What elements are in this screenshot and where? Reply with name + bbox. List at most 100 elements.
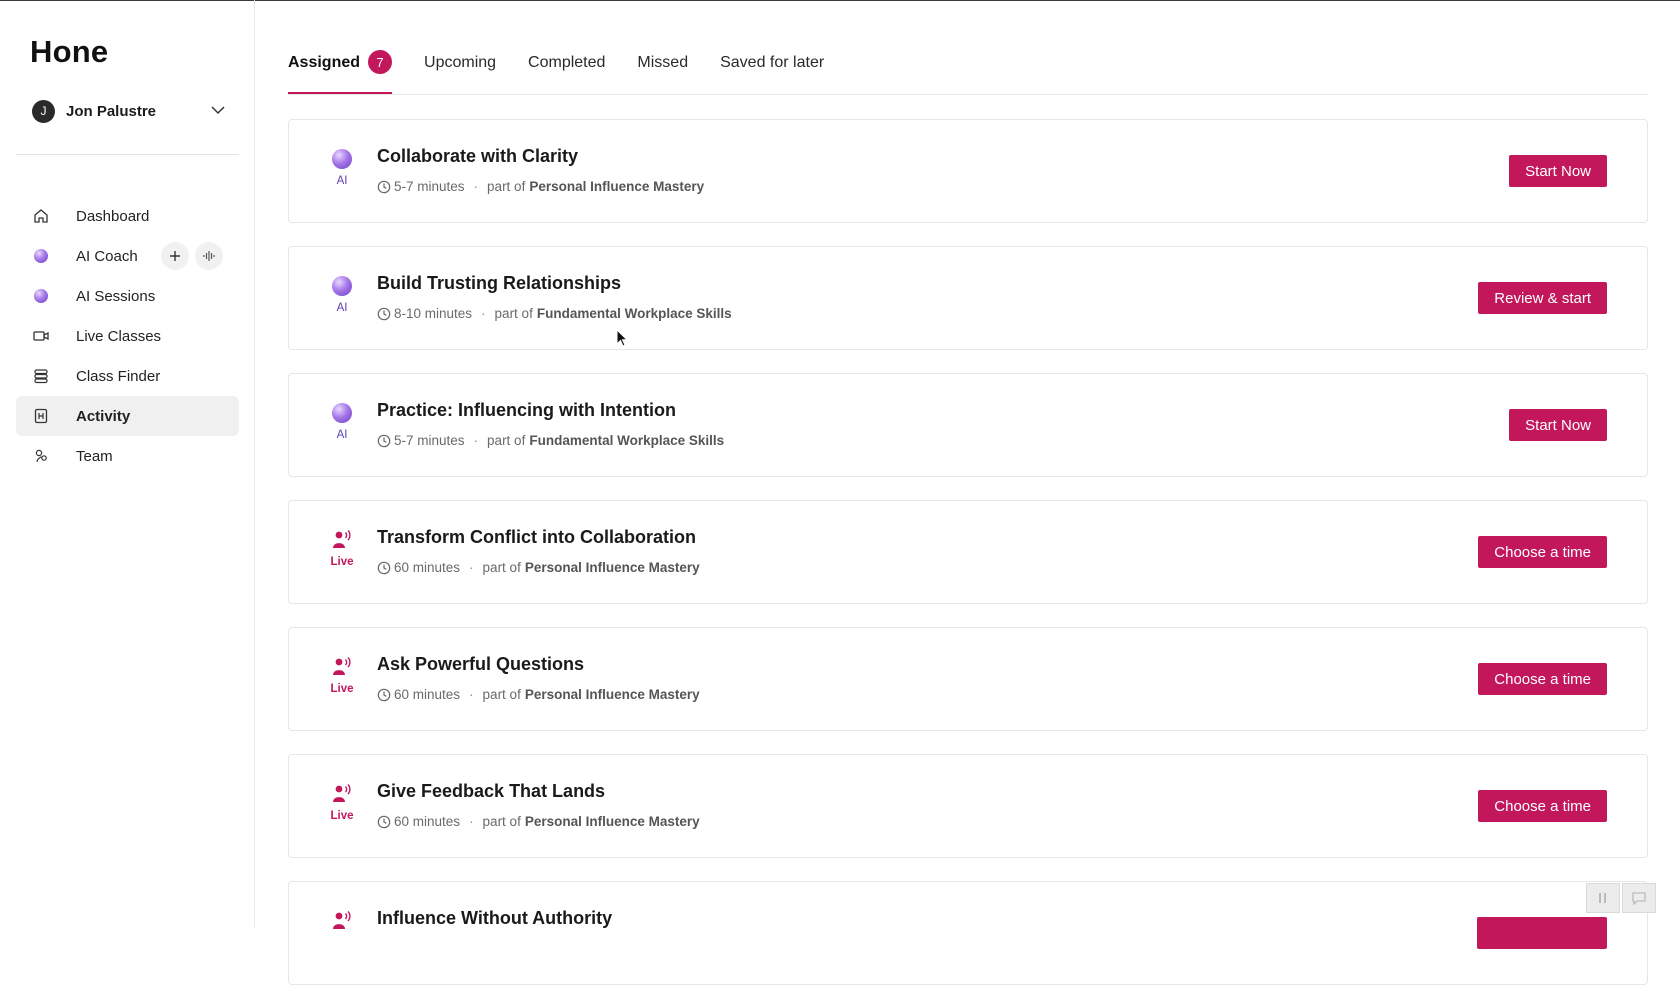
activity-meta: 8-10 minutes · part of Fundamental Workp… [377,306,732,321]
activity-icon [32,407,50,425]
tab-label: Saved for later [720,54,825,71]
part-of-label: part of [494,306,533,321]
sidebar-item-label: Live Classes [76,327,162,345]
choose-a-time-button[interactable]: Choose a time [1478,536,1607,568]
program-name: Personal Influence Mastery [529,179,705,194]
ai-orb-icon [331,275,353,297]
tab-upcoming[interactable]: Upcoming [424,46,496,92]
program-name: Personal Influence Mastery [524,560,700,575]
chat-button[interactable] [1622,883,1656,913]
activity-title: Influence Without Authority [377,908,613,928]
clock-icon [377,434,391,447]
separator: · [469,560,474,575]
live-speaker-icon [331,783,353,805]
activity-card[interactable]: Live Transform Conflict into Collaborati… [288,500,1648,604]
sidebar-item-team[interactable]: Team [16,436,239,476]
count-badge: 7 [368,50,393,74]
tab-completed[interactable]: Completed [528,46,605,92]
activity-card[interactable]: Influence Without Authority [288,881,1648,985]
activity-card[interactable]: AI Practice: Influencing with Intention … [288,373,1648,477]
activity-meta: 60 minutes · part of Personal Influence … [377,560,700,575]
team-icon [32,447,50,465]
live-speaker-icon [331,910,353,932]
kind-label: AI [336,429,348,441]
activity-meta: 5-7 minutes · part of Fundamental Workpl… [377,433,724,448]
start-now-button[interactable]: Start Now [1509,155,1607,187]
choose-a-time-button[interactable]: Choose a time [1478,790,1607,822]
activity-meta: 60 minutes · part of Personal Influence … [377,687,700,702]
choose-a-time-button[interactable]: Choose a time [1478,663,1607,695]
live-speaker-icon [331,529,353,551]
sidebar-item-label: AI Coach [76,247,138,265]
part-of-label: part of [482,560,521,575]
sidebar-item-label: AI Sessions [76,287,156,305]
ai-orb-icon [331,148,353,170]
duration: 5-7 minutes [394,179,465,194]
sidebar-item-live-classes[interactable]: Live Classes [16,316,239,356]
tab-saved-for-later[interactable]: Saved for later [720,46,824,92]
tab-assigned[interactable]: Assigned 7 [288,46,393,95]
user-menu[interactable]: J Jon Palustre [32,99,226,123]
part-of-label: part of [487,179,526,194]
ai-orb-icon [32,247,50,265]
sidebar-divider [16,154,239,155]
activity-kind: AI [327,275,357,314]
activity-title: Give Feedback That Lands [377,781,606,801]
sidebar-item-class-finder[interactable]: Class Finder [16,356,239,396]
stack-icon [32,367,50,385]
sidebar-item-activity[interactable]: Activity [16,396,239,436]
kind-label: AI [336,302,348,314]
sidebar: Hone J Jon Palustre Dashboard AI Coach A… [0,0,255,928]
sidebar-item-dashboard[interactable]: Dashboard [16,196,239,236]
activity-card[interactable]: Live Ask Powerful Questions 60 minutes ·… [288,627,1648,731]
activity-title: Ask Powerful Questions [377,654,585,674]
tabs-divider [288,94,1648,95]
review-and-start-button[interactable]: Review & start [1478,282,1607,314]
ai-orb-icon [32,287,50,305]
audio-waveform-icon [203,251,215,261]
kind-label: Live [330,683,354,695]
duration: 60 minutes [394,687,461,702]
program-name: Fundamental Workplace Skills [529,433,725,448]
new-session-button[interactable] [161,242,189,270]
home-icon [32,207,50,225]
activity-meta: 5-7 minutes · part of Personal Influence… [377,179,704,194]
ai-orb-icon [331,402,353,424]
tab-label: Missed [637,54,689,71]
separator: · [469,687,474,702]
clock-icon [377,815,391,828]
part-of-label: part of [482,687,521,702]
kind-label: Live [330,810,354,822]
pause-icon [1599,893,1606,903]
activity-card[interactable]: Live Give Feedback That Lands 60 minutes… [288,754,1648,858]
video-camera-icon [32,327,50,345]
separator: · [473,179,479,194]
program-name: Fundamental Workplace Skills [536,306,732,321]
sidebar-item-ai-coach[interactable]: AI Coach [16,236,239,276]
tab-label: Completed [528,54,606,71]
start-now-button[interactable]: Start Now [1509,409,1607,441]
choose-a-time-button[interactable] [1477,917,1607,949]
activity-title: Practice: Influencing with Intention [377,400,677,420]
activity-card[interactable]: AI Build Trusting Relationships 8-10 min… [288,246,1648,350]
kind-label: AI [336,175,348,187]
voice-session-button[interactable] [195,242,223,270]
activity-title: Transform Conflict into Collaboration [377,527,696,547]
clock-icon [377,688,391,701]
clock-icon [377,561,391,574]
program-name: Personal Influence Mastery [524,687,700,702]
tab-missed[interactable]: Missed [637,46,688,92]
duration: 8-10 minutes [394,306,473,321]
pause-button[interactable] [1586,883,1620,913]
sidebar-item-ai-sessions[interactable]: AI Sessions [16,276,239,316]
activity-meta: 60 minutes · part of Personal Influence … [377,814,700,829]
sidebar-nav: Dashboard AI Coach AI Sessions Live Clas… [16,196,239,476]
kind-label: Live [330,556,354,568]
assigned-list: AI Collaborate with Clarity 5-7 minutes … [288,119,1648,1008]
tab-label: Assigned [288,54,361,71]
recording-widget [1586,883,1656,913]
separator: · [469,814,474,829]
part-of-label: part of [487,433,526,448]
activity-card[interactable]: AI Collaborate with Clarity 5-7 minutes … [288,119,1648,223]
tab-label: Upcoming [424,54,497,71]
